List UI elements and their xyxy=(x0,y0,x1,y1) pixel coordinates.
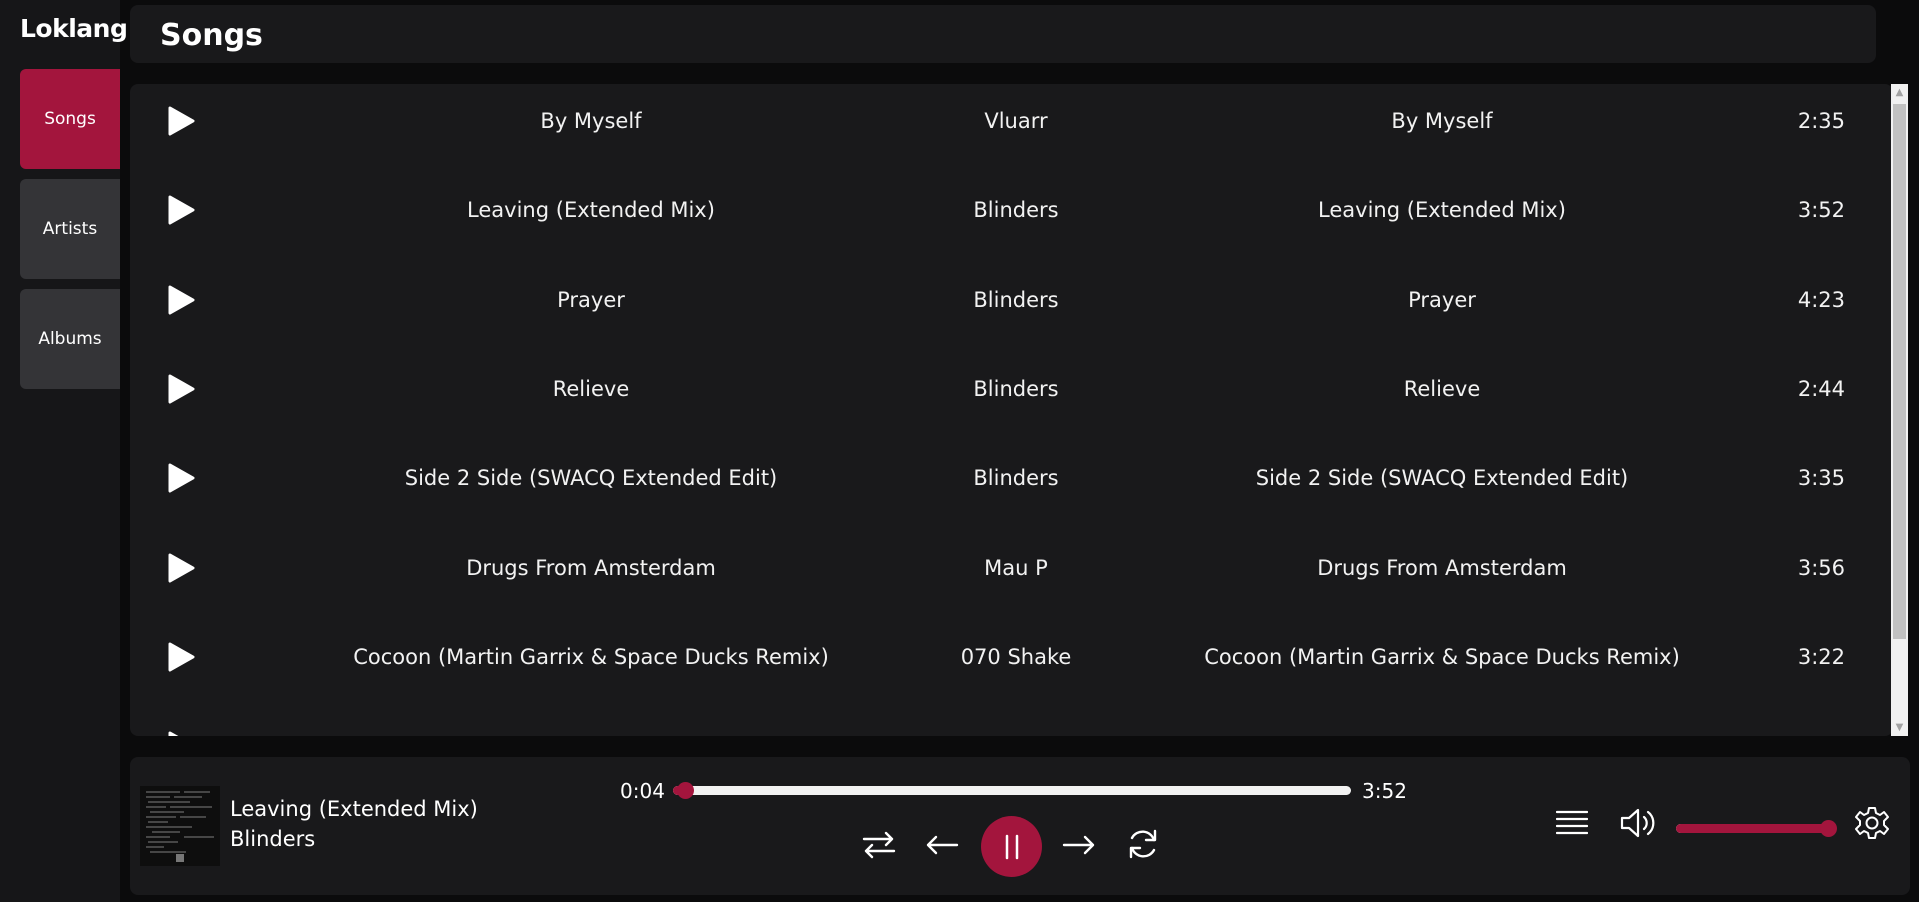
sidebar-item-songs[interactable]: Songs xyxy=(20,69,120,169)
previous-button[interactable] xyxy=(922,825,962,865)
song-artist: Blinders xyxy=(973,198,1059,222)
song-artist: Blinders xyxy=(973,377,1059,401)
sidebar: Loklang Songs Artists Albums xyxy=(0,0,128,902)
song-album: Side 2 Side (SWACQ Extended Edit) xyxy=(1255,466,1629,490)
song-album: Relieve xyxy=(1403,377,1481,401)
song-album: Cocoon (Martin Garrix & Space Ducks Remi… xyxy=(1204,645,1680,669)
table-row: By Myself Vluarr By Myself 2:35 xyxy=(130,84,1890,173)
song-duration: 4:23 xyxy=(1797,288,1845,312)
play-icon[interactable] xyxy=(166,463,196,493)
volume-fill xyxy=(1676,824,1828,833)
song-duration: 3:56 xyxy=(1797,556,1845,580)
song-duration: 2:35 xyxy=(1797,109,1845,133)
scrollbar[interactable]: ▲ ▼ xyxy=(1891,84,1908,736)
current-time: 0:04 xyxy=(620,779,665,803)
volume-slider[interactable] xyxy=(1676,820,1837,837)
volume-handle[interactable] xyxy=(1820,820,1837,837)
songs-list: By Myself Vluarr By Myself 2:35 Leaving … xyxy=(130,84,1893,736)
repeat-icon xyxy=(1129,829,1157,859)
song-artist: Vluarr xyxy=(984,109,1048,133)
progress-handle[interactable] xyxy=(676,782,694,799)
song-album: Prayer xyxy=(1408,288,1476,312)
play-icon[interactable] xyxy=(166,642,196,672)
table-row: Drugs From Amsterdam Mau P Drugs From Am… xyxy=(130,531,1890,620)
song-duration: 3:22 xyxy=(1797,645,1845,669)
page-title: Songs xyxy=(160,18,263,53)
volume-icon xyxy=(1620,808,1655,838)
sidebar-item-artists[interactable]: Artists xyxy=(20,179,120,279)
repeat-button[interactable] xyxy=(1123,824,1163,864)
player-bar: Leaving (Extended Mix) Blinders 0:04 3:5… xyxy=(130,757,1910,895)
now-playing-artist: Blinders xyxy=(230,827,316,851)
play-icon[interactable] xyxy=(166,106,196,136)
song-title: Relieve xyxy=(552,377,630,401)
play-icon[interactable] xyxy=(166,195,196,225)
gear-icon xyxy=(1855,807,1889,839)
song-title: Prayer xyxy=(557,288,625,312)
song-artist: Blinders xyxy=(973,288,1059,312)
song-title: Cocoon (Martin Garrix & Space Ducks Remi… xyxy=(353,645,829,669)
song-duration: 3:52 xyxy=(1797,198,1845,222)
scroll-down-icon[interactable]: ▼ xyxy=(1891,719,1908,736)
song-duration: 3:35 xyxy=(1797,466,1845,490)
shuffle-button[interactable] xyxy=(859,825,899,865)
sidebar-item-albums[interactable]: Albums xyxy=(20,289,120,389)
scroll-up-icon[interactable]: ▲ xyxy=(1891,84,1908,101)
song-artist: 070 Shake xyxy=(960,645,1072,669)
table-row: Leaving (Extended Mix) Blinders Leaving … xyxy=(130,173,1890,262)
total-time: 3:52 xyxy=(1362,779,1407,803)
song-title: Drugs From Amsterdam xyxy=(466,556,716,580)
song-title: By Myself xyxy=(540,109,642,133)
app-title: Loklang xyxy=(20,14,128,43)
pause-button[interactable] xyxy=(981,816,1042,877)
shuffle-icon xyxy=(862,831,896,859)
play-icon[interactable] xyxy=(166,553,196,583)
table-row: Prayer Blinders Prayer 4:23 xyxy=(130,263,1890,352)
song-title: Side 2 Side (SWACQ Extended Edit) xyxy=(404,466,778,490)
scrollbar-thumb[interactable] xyxy=(1893,104,1906,639)
now-playing-title: Leaving (Extended Mix) xyxy=(230,797,478,821)
album-art xyxy=(140,786,220,866)
play-icon[interactable] xyxy=(166,285,196,315)
song-artist: Blinders xyxy=(973,466,1059,490)
next-button[interactable] xyxy=(1059,825,1099,865)
table-row: Side 2 Side (SWACQ Extended Edit) Blinde… xyxy=(130,441,1890,530)
queue-button[interactable] xyxy=(1554,805,1590,841)
song-title: Leaving (Extended Mix) xyxy=(467,198,715,222)
arrow-right-icon xyxy=(1062,835,1095,855)
play-icon[interactable] xyxy=(166,374,196,404)
song-album: Leaving (Extended Mix) xyxy=(1318,198,1566,222)
pause-icon xyxy=(1005,834,1018,859)
arrow-left-icon xyxy=(926,835,959,855)
play-icon[interactable] xyxy=(166,731,196,736)
page-header: Songs xyxy=(130,5,1876,63)
table-row: Cocoon (Martin Garrix & Space Ducks Remi… xyxy=(130,620,1890,709)
settings-button[interactable] xyxy=(1854,805,1890,841)
song-artist: Mau P xyxy=(984,556,1048,580)
volume-button[interactable] xyxy=(1618,804,1658,842)
song-album: By Myself xyxy=(1391,109,1493,133)
queue-icon xyxy=(1556,810,1588,835)
song-duration: 2:44 xyxy=(1797,377,1845,401)
song-album: Drugs From Amsterdam xyxy=(1317,556,1567,580)
table-row: Relieve Blinders Relieve 2:44 xyxy=(130,352,1890,441)
progress-slider[interactable] xyxy=(673,782,1351,799)
